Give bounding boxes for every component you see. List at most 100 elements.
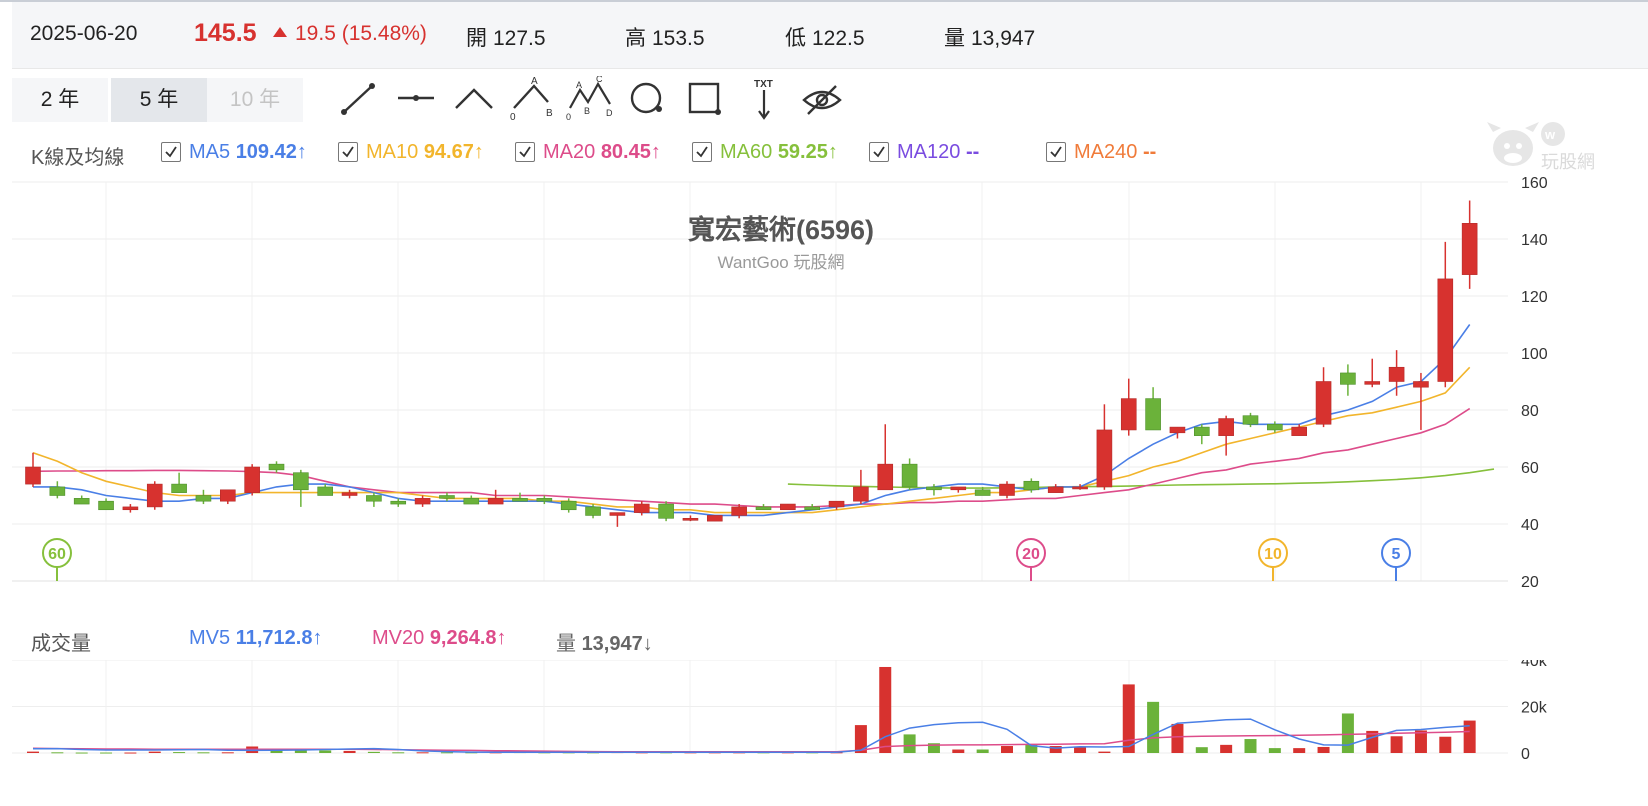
abc-pattern-tool-icon[interactable]: 0 A B	[508, 76, 556, 124]
svg-text:C: C	[596, 76, 603, 84]
price-tick-label: 160	[1521, 175, 1548, 192]
candle-body	[98, 500, 114, 511]
candle-body	[463, 498, 480, 505]
volume-grid	[12, 660, 1508, 754]
volume-bar	[319, 750, 332, 753]
marker-label: 20	[1022, 546, 1040, 563]
candle-body	[512, 498, 528, 502]
ma120-checkbox[interactable]	[869, 142, 889, 162]
volume-bar	[1439, 736, 1452, 753]
range-10y-button[interactable]: 10 年	[207, 78, 303, 122]
ma60-legend: MA60 59.25↑	[720, 141, 838, 164]
volume-bar	[124, 752, 137, 754]
candle-body	[974, 489, 991, 496]
candle-body	[487, 498, 504, 505]
volume-bar	[1122, 684, 1135, 753]
volume-bar	[148, 751, 161, 753]
kline-legend-title: K線及均線	[31, 147, 125, 169]
mv20-value: 9,264.8	[429, 627, 497, 649]
range-5y-button[interactable]: 5 年	[111, 78, 207, 122]
candle-body	[1145, 398, 1161, 431]
range-2y-button[interactable]: 2 年	[12, 78, 108, 122]
check-icon	[342, 146, 354, 158]
candle-body	[1461, 223, 1478, 275]
volume-tick-label: 20k	[1521, 700, 1548, 717]
price-chart[interactable]: 寬宏藝術(6596) WantGoo 玩股網 20 40 60 80 100 120 140…	[0, 175, 1648, 615]
chart-subtitle: WantGoo 玩股網	[718, 253, 845, 272]
price-tick-label: 40	[1521, 517, 1539, 534]
ma5-label: MA5	[189, 141, 231, 163]
candle-body	[1315, 381, 1332, 425]
ma60-value: 59.25	[777, 141, 828, 163]
price-tick-label: 140	[1521, 232, 1548, 249]
ma120-label: MA120	[897, 141, 961, 163]
svg-text:B: B	[546, 108, 553, 119]
mv20-arrow: ↑	[496, 627, 507, 649]
ma60-checkbox[interactable]	[692, 142, 712, 162]
rectangle-tool-icon[interactable]	[682, 76, 730, 124]
svg-text:A: A	[576, 80, 582, 90]
open-value: 127.5	[493, 27, 546, 50]
price-tick-label: 80	[1521, 403, 1539, 420]
high-label: 高	[625, 27, 646, 50]
candle-body	[1242, 415, 1259, 425]
candle-body	[926, 486, 942, 491]
trend-line-tool-icon[interactable]	[334, 76, 382, 124]
volume-bars	[27, 666, 1476, 754]
candle-body	[341, 492, 358, 496]
candle-body	[293, 472, 309, 491]
candle-body	[1096, 429, 1113, 488]
candle-body	[73, 498, 90, 505]
marker-label: 5	[1392, 546, 1401, 563]
wave-pattern-tool-icon[interactable]: 0 A B C D	[566, 76, 614, 124]
candle-body	[1291, 426, 1307, 436]
price-tick-label: 20	[1521, 574, 1539, 591]
candle-body	[1340, 372, 1356, 385]
hide-drawings-icon[interactable]	[798, 76, 846, 124]
candle-body	[25, 466, 41, 485]
circle-tool-icon[interactable]	[624, 76, 672, 124]
candle-body	[220, 489, 236, 502]
volume-bar	[221, 752, 234, 754]
svg-text:0: 0	[510, 112, 516, 123]
price-tick-label: 100	[1521, 346, 1548, 363]
check-icon	[696, 146, 708, 158]
ma5-checkbox[interactable]	[161, 142, 181, 162]
volume-bar	[952, 749, 965, 753]
candle-body	[828, 500, 845, 508]
volume-bar	[1171, 723, 1184, 753]
price-tick-label: 60	[1521, 460, 1539, 477]
volume-bar	[1390, 736, 1403, 753]
candle-body	[171, 483, 187, 493]
angle-line-tool-icon[interactable]	[450, 76, 498, 124]
ma5-arrow: ↑	[296, 141, 307, 163]
ma20-checkbox[interactable]	[515, 142, 535, 162]
volume-bar	[1195, 747, 1208, 753]
candle-body	[585, 506, 601, 516]
candle-body	[536, 498, 553, 502]
ma10-legend: MA10 94.67↑	[366, 141, 484, 164]
candle-body	[950, 486, 967, 491]
horizontal-line-tool-icon[interactable]	[392, 76, 440, 124]
ma240-checkbox[interactable]	[1046, 142, 1066, 162]
volume-bar	[976, 749, 989, 753]
candle-body	[1267, 423, 1283, 431]
ma10-checkbox[interactable]	[338, 142, 358, 162]
ma240-label: MA240	[1074, 141, 1138, 163]
volume-bar	[1220, 744, 1233, 753]
candle-body	[560, 500, 577, 511]
vol-value: 13,947	[581, 633, 643, 655]
ma120-legend: MA120 --	[897, 141, 979, 164]
volume-bar	[1074, 747, 1087, 753]
ma-markers: 60 20 10 5	[42, 538, 1411, 581]
candle-body	[804, 506, 821, 511]
candle-body	[1194, 426, 1210, 436]
vol-arrow: ↓	[642, 633, 653, 655]
check-icon	[519, 146, 531, 158]
text-tool-icon[interactable]: TXT	[740, 76, 788, 124]
volume-bar	[1147, 701, 1160, 753]
quote-open: 開 127.5	[466, 22, 546, 52]
volume-chart[interactable]: 0 20k 40k	[0, 660, 1648, 806]
volume-bar	[1293, 748, 1306, 753]
quote-header: 2025-06-20 145.5 19.5 (15.48%) 開 127.5 高1…	[12, 2, 1648, 69]
